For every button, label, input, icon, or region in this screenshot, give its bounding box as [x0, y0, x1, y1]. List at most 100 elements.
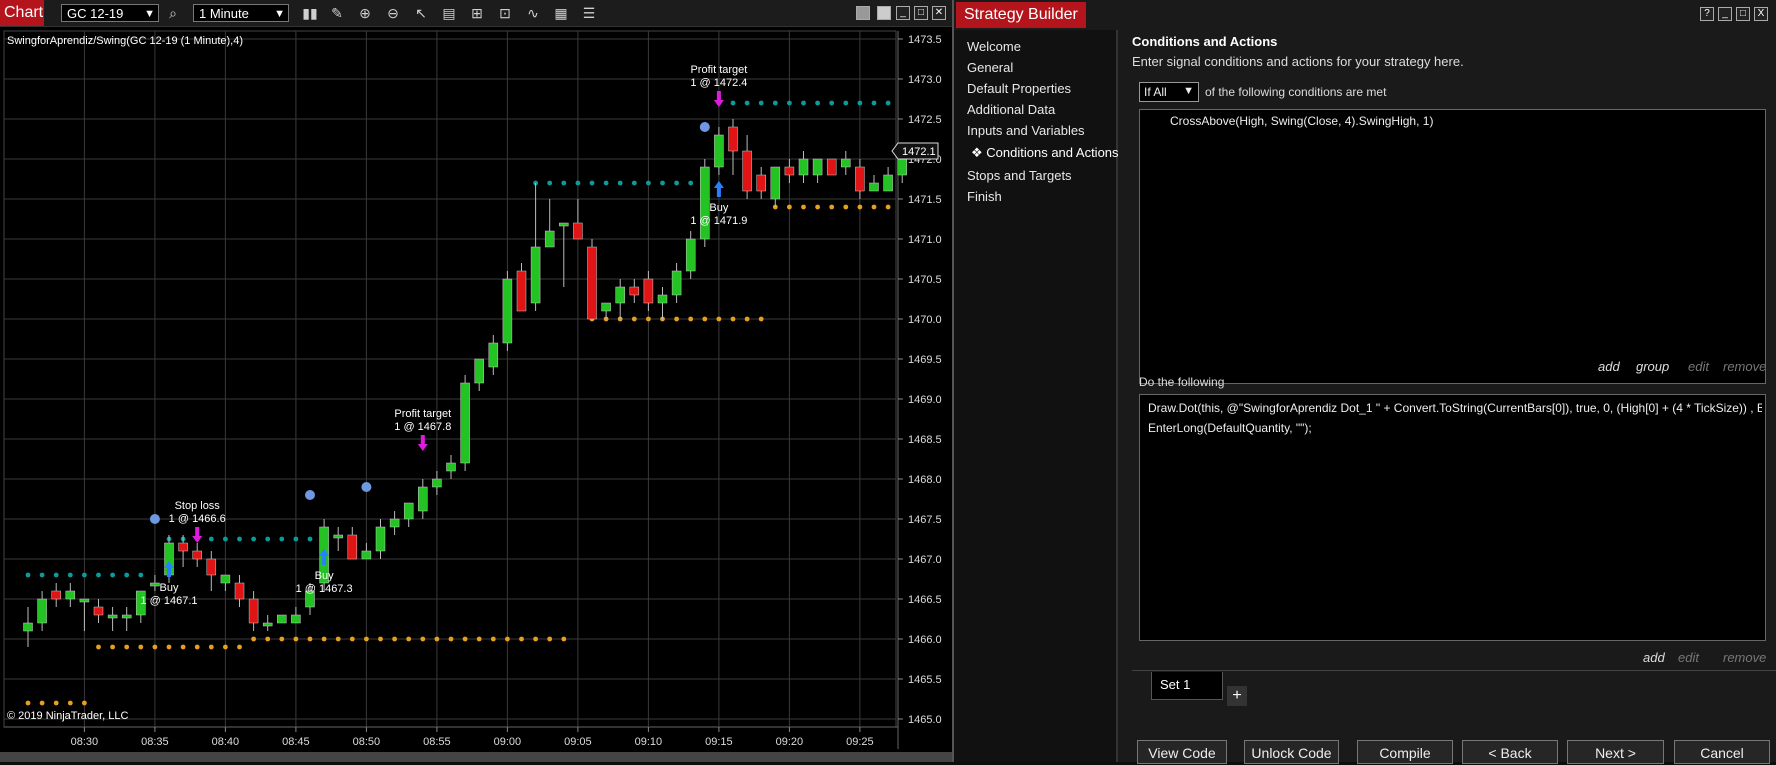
help-icon[interactable]: ?	[1700, 7, 1714, 21]
candle-body	[587, 246, 597, 320]
view-code-button[interactable]: View Code	[1137, 740, 1227, 764]
remove-action-link[interactable]: remove	[1723, 650, 1766, 665]
maximize-icon[interactable]: □	[1736, 7, 1750, 21]
group-condition-link[interactable]: group	[1636, 359, 1669, 374]
y-tick-label: 1472.5	[908, 114, 942, 126]
price-chart[interactable]: 1473.51473.01472.51472.01471.51471.01470…	[0, 27, 952, 752]
candle-body	[107, 614, 118, 619]
zoom-in-icon[interactable]: ⊕	[355, 4, 375, 22]
nav-inputs-and-variables[interactable]: Inputs and Variables	[967, 123, 1085, 138]
swing-low-dot	[857, 204, 863, 210]
maximize-icon[interactable]: □	[914, 6, 928, 20]
swing-low-dot	[152, 644, 158, 650]
candle-body	[277, 614, 287, 624]
section-header: Conditions and Actions	[1132, 34, 1278, 49]
swing-high-dot	[772, 100, 778, 106]
minimize-icon[interactable]: _	[1718, 7, 1732, 21]
swing-low-dot	[124, 644, 130, 650]
x-tick-label: 08:35	[141, 736, 169, 748]
nav-finish[interactable]: Finish	[967, 189, 1002, 204]
data-box-icon[interactable]: ▤	[439, 4, 459, 22]
condition-mode-select[interactable]: If All ▼	[1139, 82, 1199, 102]
signal-dot	[361, 482, 372, 492]
unlock-code-button[interactable]: Unlock Code	[1244, 740, 1339, 764]
swing-low-dot	[39, 700, 45, 706]
candle-body	[291, 614, 301, 624]
pointer-icon[interactable]: ↖	[411, 4, 431, 22]
interval-select[interactable]: 1 Minute ▼	[193, 4, 289, 22]
candle-body	[234, 582, 245, 600]
nav-default-properties[interactable]: Default Properties	[967, 81, 1071, 96]
candle-body	[798, 158, 809, 176]
conditions-list[interactable]: CrossAbove(High, Swing(Close, 4).SwingHi…	[1139, 109, 1766, 384]
nav-general[interactable]: General	[967, 60, 1013, 75]
candle-body	[178, 542, 188, 552]
edit-action-link[interactable]: edit	[1678, 650, 1699, 665]
indicators-icon[interactable]: ∿	[523, 4, 543, 22]
condition-item[interactable]: CrossAbove(High, Swing(Close, 4).SwingHi…	[1170, 114, 1433, 128]
candle-body	[685, 238, 696, 272]
y-tick-label: 1467.0	[908, 554, 942, 566]
edit-condition-link[interactable]: edit	[1688, 359, 1709, 374]
add-action-link[interactable]: add	[1643, 650, 1665, 665]
candle-body	[460, 382, 470, 464]
swing-high-dot	[223, 536, 228, 542]
trade-label: 1 @ 1467.8	[394, 421, 451, 433]
cancel-button[interactable]: Cancel	[1674, 740, 1770, 764]
swing-low-dot	[194, 644, 200, 650]
nav-conditions-and-actions[interactable]: ❖ Conditions and Actions	[971, 145, 1119, 161]
add-condition-link[interactable]: add	[1598, 359, 1620, 374]
y-tick-label: 1466.5	[908, 594, 942, 606]
action-item[interactable]: EnterLong(DefaultQuantity, "");	[1148, 421, 1312, 435]
zoom-out-icon[interactable]: ⊖	[383, 4, 403, 22]
chart-trader-icon[interactable]: ⊞	[467, 4, 487, 22]
remove-condition-link[interactable]: remove	[1723, 359, 1766, 374]
chart-tab[interactable]: Chart	[0, 0, 44, 26]
nav-welcome[interactable]: Welcome	[967, 39, 1021, 54]
screenshot-icon[interactable]: ⊡	[495, 4, 515, 22]
search-icon[interactable]: ⌕	[163, 4, 183, 22]
chart-window: Chart GC 12-19 ▼ ⌕ 1 Minute ▼ ▮▮ ✎ ⊕ ⊖ ↖…	[0, 0, 952, 762]
candle-body	[601, 302, 611, 312]
compile-button[interactable]: Compile	[1357, 740, 1453, 764]
chart-scrollbar[interactable]	[0, 752, 952, 762]
x-tick-label: 09:05	[564, 736, 592, 748]
action-item[interactable]: Draw.Dot(this, @"SwingforAprendiz Dot_1 …	[1148, 401, 1762, 415]
actions-list[interactable]: Draw.Dot(this, @"SwingforAprendiz Dot_1 …	[1139, 394, 1766, 641]
properties-icon[interactable]: ☰	[579, 4, 599, 22]
tile-icon[interactable]	[856, 6, 870, 20]
window-icon[interactable]	[877, 6, 891, 20]
chart-area[interactable]: 1473.5 1473.0 1472.5 1472.0 1471.5 1471.0 1470…	[0, 27, 952, 749]
swing-low-dot	[505, 636, 510, 642]
nav-additional-data[interactable]: Additional Data	[967, 102, 1055, 117]
pencil-icon[interactable]: ✎	[327, 4, 347, 22]
swing-high-dot	[293, 536, 299, 542]
y-tick-label: 1468.5	[908, 434, 942, 446]
swing-low-dot	[349, 636, 355, 642]
candle-body	[446, 462, 456, 472]
nav-stops-and-targets[interactable]: Stops and Targets	[967, 168, 1072, 183]
minimize-icon[interactable]: _	[896, 6, 910, 20]
swing-low-dot	[462, 636, 468, 642]
instrument-select[interactable]: GC 12-19 ▼	[61, 4, 159, 22]
back-button[interactable]: < Back	[1462, 740, 1558, 764]
trade-label: Profit target	[394, 408, 451, 420]
swing-high-dot	[251, 536, 256, 542]
trade-label: 1 @ 1467.1	[140, 595, 197, 607]
swing-high-dot	[25, 572, 31, 578]
swing-low-dot	[96, 644, 101, 650]
swing-high-dot	[815, 100, 820, 106]
swing-low-dot	[730, 316, 736, 322]
add-set-button[interactable]: +	[1227, 686, 1247, 706]
next-button[interactable]: Next >	[1567, 740, 1664, 764]
swing-high-dot	[801, 100, 806, 106]
bar-type-icon[interactable]: ▮▮	[300, 4, 320, 22]
instrument-value: GC 12-19	[67, 6, 124, 21]
strategies-icon[interactable]: ▦	[551, 4, 571, 22]
candle-body	[333, 534, 343, 539]
close-icon[interactable]: X	[1754, 7, 1768, 21]
chevron-down-icon: ▼	[1183, 85, 1194, 97]
close-icon[interactable]: ✕	[932, 6, 946, 20]
tab-set-1[interactable]: Set 1	[1151, 672, 1223, 700]
swing-high-dot	[843, 100, 849, 106]
